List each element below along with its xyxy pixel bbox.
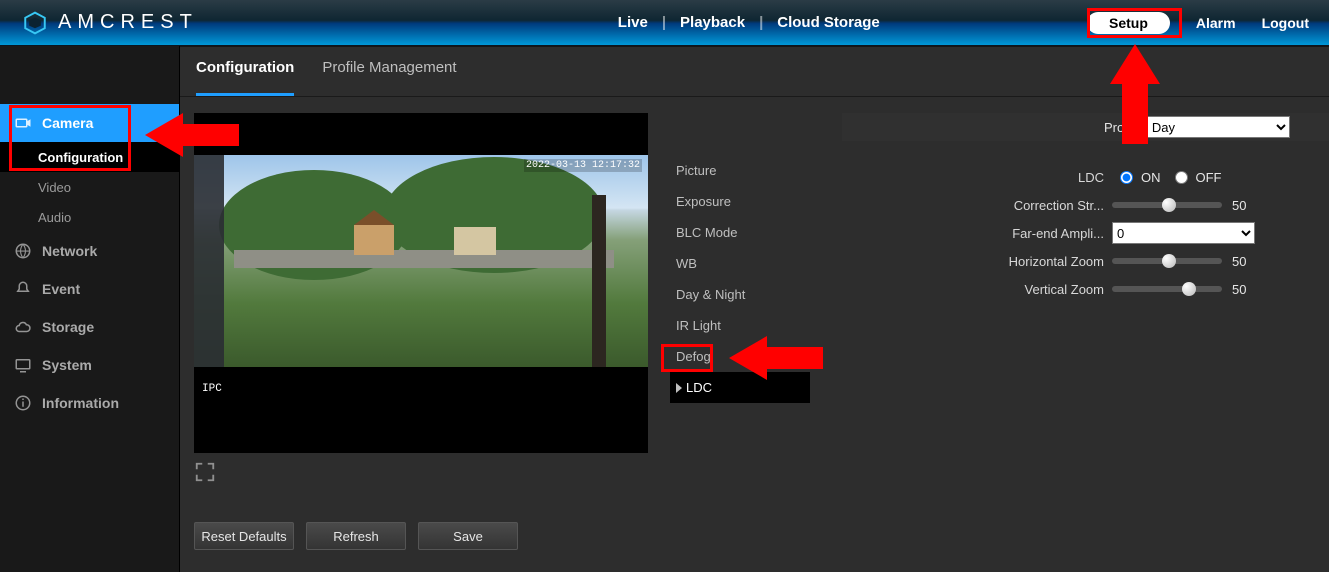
sidebar-item-label: Storage bbox=[42, 319, 94, 335]
far-end-amplification-label: Far-end Ampli... bbox=[842, 226, 1112, 241]
nav-separator: | bbox=[745, 14, 777, 31]
pic-tab-exposure[interactable]: Exposure bbox=[670, 186, 810, 217]
annotation-arrow-ldc bbox=[729, 336, 767, 380]
pic-tab-day-night[interactable]: Day & Night bbox=[670, 279, 810, 310]
nav-separator: | bbox=[648, 14, 680, 31]
reset-defaults-button[interactable]: Reset Defaults bbox=[194, 522, 294, 550]
vertical-zoom-value: 50 bbox=[1232, 282, 1262, 297]
vertical-zoom-label: Vertical Zoom bbox=[842, 282, 1112, 297]
pic-tab-blc-mode[interactable]: BLC Mode bbox=[670, 217, 810, 248]
far-end-amplification-select[interactable]: 0 bbox=[1112, 222, 1255, 244]
ldc-on-radio[interactable] bbox=[1120, 171, 1133, 184]
annotation-arrow-camera bbox=[145, 113, 183, 157]
sidebar-item-network[interactable]: Network bbox=[0, 232, 179, 270]
horizontal-zoom-row: Horizontal Zoom 50 bbox=[842, 247, 1319, 275]
sidebar-item-storage[interactable]: Storage bbox=[0, 308, 179, 346]
save-button[interactable]: Save bbox=[418, 522, 518, 550]
sidebar-sub-video[interactable]: Video bbox=[0, 172, 179, 202]
correction-strength-value: 50 bbox=[1232, 198, 1262, 213]
ldc-label: LDC bbox=[842, 170, 1112, 185]
sidebar-item-label: Event bbox=[42, 281, 80, 297]
monitor-icon bbox=[14, 356, 32, 374]
profile-row: Profile Day bbox=[842, 113, 1329, 141]
sidebar-item-label: Camera bbox=[42, 115, 93, 131]
nav-main: Live | Playback | Cloud Storage bbox=[618, 14, 880, 31]
brand-text: AMCREST bbox=[58, 11, 198, 34]
tab-profile-management[interactable]: Profile Management bbox=[322, 59, 456, 96]
triangle-right-icon bbox=[676, 383, 682, 393]
video-preview: IPC 2022-03-13 12:17:32 bbox=[194, 113, 648, 453]
correction-strength-slider[interactable] bbox=[1112, 202, 1222, 208]
horizontal-zoom-value: 50 bbox=[1232, 254, 1262, 269]
sidebar-item-label: System bbox=[42, 357, 92, 373]
video-panel: IPC 2022-03-13 12:17:32 Reset Defaults R… bbox=[194, 113, 648, 550]
amcrest-logo-icon bbox=[22, 10, 48, 36]
profile-select[interactable]: Day bbox=[1147, 116, 1290, 138]
info-icon bbox=[14, 394, 32, 412]
nav-logout[interactable]: Logout bbox=[1262, 15, 1309, 31]
nav-right: Setup Alarm Logout bbox=[1087, 12, 1309, 34]
camera-icon bbox=[14, 114, 32, 132]
sidebar-item-event[interactable]: Event bbox=[0, 270, 179, 308]
far-end-amplification-row: Far-end Ampli... 0 bbox=[842, 219, 1319, 247]
pic-tab-label: LDC bbox=[686, 380, 712, 395]
main-panel: Configuration Profile Management IPC 202 bbox=[180, 46, 1329, 572]
annotation-arrow-setup bbox=[1110, 44, 1160, 84]
refresh-button[interactable]: Refresh bbox=[306, 522, 406, 550]
sidebar-item-label: Information bbox=[42, 395, 119, 411]
settings-panel: Profile Day LDC ON OFF Correction Str... bbox=[842, 113, 1319, 303]
correction-strength-label: Correction Str... bbox=[842, 198, 1112, 213]
video-timestamp: 2022-03-13 12:17:32 bbox=[524, 159, 642, 172]
cloud-icon bbox=[14, 318, 32, 336]
vertical-zoom-row: Vertical Zoom 50 bbox=[842, 275, 1319, 303]
pic-tab-wb[interactable]: WB bbox=[670, 248, 810, 279]
fullscreen-icon[interactable] bbox=[194, 461, 216, 483]
sidebar-item-system[interactable]: System bbox=[0, 346, 179, 384]
setup-button[interactable]: Setup bbox=[1087, 12, 1170, 34]
tab-configuration[interactable]: Configuration bbox=[196, 59, 294, 96]
video-ipc-label: IPC bbox=[202, 383, 222, 395]
vertical-zoom-slider[interactable] bbox=[1112, 286, 1222, 292]
correction-strength-row: Correction Str... 50 bbox=[842, 191, 1319, 219]
nav-live[interactable]: Live bbox=[618, 14, 648, 31]
sidebar-item-information[interactable]: Information bbox=[0, 384, 179, 422]
ldc-off-label: OFF bbox=[1196, 170, 1222, 185]
ldc-off-radio[interactable] bbox=[1175, 171, 1188, 184]
ldc-radio-row: LDC ON OFF bbox=[842, 163, 1319, 191]
sidebar-sub-audio[interactable]: Audio bbox=[0, 202, 179, 232]
pic-tab-picture[interactable]: Picture bbox=[670, 155, 810, 186]
nav-cloud-storage[interactable]: Cloud Storage bbox=[777, 14, 880, 31]
logo-area: AMCREST bbox=[0, 10, 198, 36]
horizontal-zoom-slider[interactable] bbox=[1112, 258, 1222, 264]
button-row: Reset Defaults Refresh Save bbox=[194, 522, 648, 550]
horizontal-zoom-label: Horizontal Zoom bbox=[842, 254, 1112, 269]
bell-icon bbox=[14, 280, 32, 298]
globe-icon bbox=[14, 242, 32, 260]
nav-alarm[interactable]: Alarm bbox=[1196, 15, 1236, 31]
video-scene-overlay bbox=[194, 155, 648, 367]
sidebar-item-label: Network bbox=[42, 243, 97, 259]
ldc-on-label: ON bbox=[1141, 170, 1161, 185]
nav-playback[interactable]: Playback bbox=[680, 14, 745, 31]
header-bar: AMCREST Live | Playback | Cloud Storage … bbox=[0, 0, 1329, 46]
content-area: IPC 2022-03-13 12:17:32 Reset Defaults R… bbox=[180, 97, 1329, 572]
